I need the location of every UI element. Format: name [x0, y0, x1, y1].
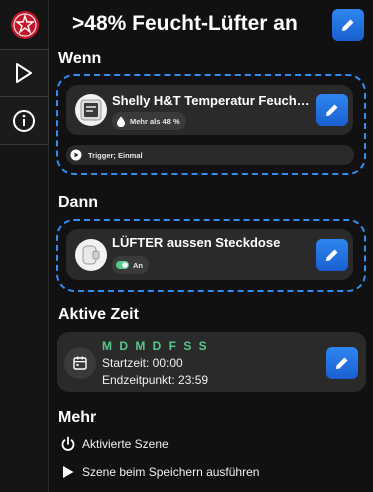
- section-title-aktive-zeit: Aktive Zeit: [58, 306, 139, 323]
- state-text: An: [133, 260, 143, 270]
- section-title-wenn: Wenn: [58, 50, 102, 67]
- pencil-icon: [326, 104, 338, 116]
- thermometer-device-icon: [80, 99, 102, 121]
- edit-title-button[interactable]: [332, 9, 364, 41]
- rail-play-button[interactable]: [0, 49, 49, 97]
- play-icon: [63, 466, 74, 478]
- calendar-badge: [64, 347, 96, 379]
- wenn-device-card[interactable]: Shelly H&T Temperatur Feuch… Mehr als 48…: [66, 85, 353, 135]
- condition-text: Mehr als 48 %: [130, 116, 180, 126]
- dann-device-name: LÜFTER aussen Steckdose: [112, 235, 281, 250]
- pencil-icon: [326, 249, 338, 261]
- dann-device-card[interactable]: LÜFTER aussen Steckdose An: [66, 229, 353, 280]
- mehr-item-label: Aktivierte Szene: [82, 437, 169, 451]
- shelly-logo-icon[interactable]: [0, 0, 49, 49]
- calendar-icon: [73, 356, 87, 370]
- info-icon: [13, 109, 35, 132]
- device-image-plug: [75, 239, 107, 271]
- state-chip: An: [112, 256, 149, 274]
- section-title-mehr: Mehr: [58, 409, 97, 426]
- power-icon: [61, 436, 75, 451]
- droplet-icon: [117, 116, 125, 127]
- side-rail: [0, 0, 49, 492]
- play-icon: [16, 63, 32, 83]
- pencil-icon: [342, 19, 354, 31]
- play-circle-icon: [70, 149, 82, 161]
- active-days: M D M D F S S: [102, 339, 209, 353]
- condition-chip: Mehr als 48 %: [112, 112, 186, 130]
- edit-dann-button[interactable]: [316, 239, 348, 271]
- edit-wenn-button[interactable]: [316, 94, 348, 126]
- mehr-item-label: Szene beim Speichern ausführen: [82, 465, 260, 479]
- wenn-device-name: Shelly H&T Temperatur Feuch…: [112, 93, 310, 108]
- page-title: >48% Feucht-Lüfter an: [72, 12, 298, 35]
- pencil-icon: [336, 357, 348, 369]
- trigger-label: Trigger; Einmal: [88, 150, 143, 160]
- device-image-ht: [75, 94, 107, 126]
- section-title-dann: Dann: [58, 194, 98, 211]
- mehr-item-aktivierte-szene[interactable]: Aktivierte Szene: [60, 436, 169, 452]
- edit-aktive-zeit-button[interactable]: [326, 347, 358, 379]
- rail-info-button[interactable]: [0, 97, 49, 145]
- start-time: Startzeit: 00:00: [102, 356, 183, 370]
- toggle-on-icon: [116, 261, 129, 269]
- trigger-strip[interactable]: Trigger; Einmal: [66, 145, 354, 165]
- mehr-item-szene-speichern[interactable]: Szene beim Speichern ausführen: [60, 464, 259, 480]
- smart-plug-icon: [82, 245, 100, 265]
- end-time: Endzeitpunkt: 23:59: [102, 373, 209, 387]
